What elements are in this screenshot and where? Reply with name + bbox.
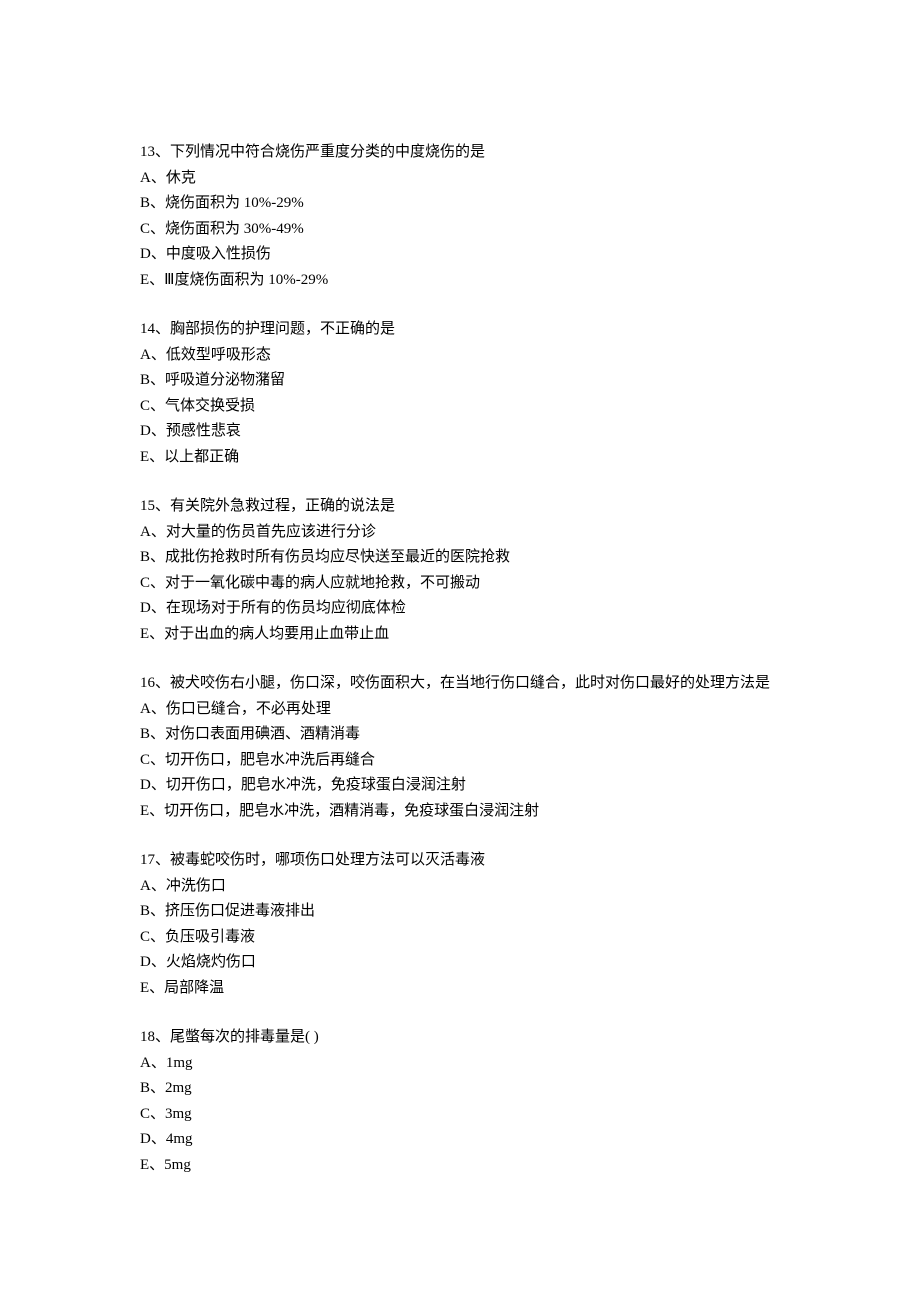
option-a: A、1mg [140, 1051, 780, 1077]
question-stem: 被毒蛇咬伤时，哪项伤口处理方法可以灭活毒液 [170, 852, 485, 868]
option-a: A、对大量的伤员首先应该进行分诊 [140, 520, 780, 546]
option-d: D、火焰烧灼伤口 [140, 950, 780, 976]
question-number: 18、 [140, 1029, 170, 1045]
option-d: D、4mg [140, 1127, 780, 1153]
question-text: 16、被犬咬伤右小腿，伤口深，咬伤面积大，在当地行伤口缝合，此时对伤口最好的处理… [140, 671, 780, 697]
document-page: 13、下列情况中符合烧伤严重度分类的中度烧伤的是 A、休克 B、烧伤面积为 10… [0, 0, 920, 1302]
option-d: D、在现场对于所有的伤员均应彻底体检 [140, 596, 780, 622]
option-c: C、切开伤口，肥皂水冲洗后再缝合 [140, 748, 780, 774]
option-d: D、切开伤口，肥皂水冲洗，免疫球蛋白浸润注射 [140, 773, 780, 799]
option-b: B、呼吸道分泌物潴留 [140, 368, 780, 394]
option-a: A、冲洗伤口 [140, 874, 780, 900]
question-block: 15、有关院外急救过程，正确的说法是 A、对大量的伤员首先应该进行分诊 B、成批… [140, 494, 780, 647]
option-c: C、3mg [140, 1102, 780, 1128]
question-stem: 胸部损伤的护理问题，不正确的是 [170, 321, 395, 337]
option-e: E、切开伤口，肥皂水冲洗，酒精消毒，免疫球蛋白浸润注射 [140, 799, 780, 825]
option-c: C、烧伤面积为 30%-49% [140, 217, 780, 243]
question-stem: 有关院外急救过程，正确的说法是 [170, 498, 395, 514]
question-text: 15、有关院外急救过程，正确的说法是 [140, 494, 780, 520]
option-c: C、对于一氧化碳中毒的病人应就地抢救，不可搬动 [140, 571, 780, 597]
option-b: B、2mg [140, 1076, 780, 1102]
option-a: A、休克 [140, 166, 780, 192]
option-d: D、中度吸入性损伤 [140, 242, 780, 268]
option-d: D、预感性悲哀 [140, 419, 780, 445]
question-number: 17、 [140, 852, 170, 868]
question-text: 14、胸部损伤的护理问题，不正确的是 [140, 317, 780, 343]
question-stem: 尾蟞每次的排毒量是( ) [170, 1029, 319, 1045]
option-e: E、以上都正确 [140, 445, 780, 471]
option-b: B、烧伤面积为 10%-29% [140, 191, 780, 217]
question-block: 18、尾蟞每次的排毒量是( ) A、1mg B、2mg C、3mg D、4mg … [140, 1025, 780, 1178]
question-number: 14、 [140, 321, 170, 337]
option-b: B、挤压伤口促进毒液排出 [140, 899, 780, 925]
option-a: A、伤口已缝合，不必再处理 [140, 697, 780, 723]
question-block: 14、胸部损伤的护理问题，不正确的是 A、低效型呼吸形态 B、呼吸道分泌物潴留 … [140, 317, 780, 470]
question-text: 18、尾蟞每次的排毒量是( ) [140, 1025, 780, 1051]
option-e: E、局部降温 [140, 976, 780, 1002]
option-b: B、对伤口表面用碘酒、酒精消毒 [140, 722, 780, 748]
option-c: C、气体交换受损 [140, 394, 780, 420]
option-b: B、成批伤抢救时所有伤员均应尽快送至最近的医院抢救 [140, 545, 780, 571]
option-e: E、对于出血的病人均要用止血带止血 [140, 622, 780, 648]
question-number: 15、 [140, 498, 170, 514]
option-e: E、Ⅲ度烧伤面积为 10%-29% [140, 268, 780, 294]
question-stem: 被犬咬伤右小腿，伤口深，咬伤面积大，在当地行伤口缝合，此时对伤口最好的处理方法是 [170, 675, 770, 691]
question-text: 13、下列情况中符合烧伤严重度分类的中度烧伤的是 [140, 140, 780, 166]
question-stem: 下列情况中符合烧伤严重度分类的中度烧伤的是 [170, 144, 485, 160]
option-a: A、低效型呼吸形态 [140, 343, 780, 369]
question-block: 16、被犬咬伤右小腿，伤口深，咬伤面积大，在当地行伤口缝合，此时对伤口最好的处理… [140, 671, 780, 824]
question-block: 17、被毒蛇咬伤时，哪项伤口处理方法可以灭活毒液 A、冲洗伤口 B、挤压伤口促进… [140, 848, 780, 1001]
question-number: 13、 [140, 144, 170, 160]
question-text: 17、被毒蛇咬伤时，哪项伤口处理方法可以灭活毒液 [140, 848, 780, 874]
question-block: 13、下列情况中符合烧伤严重度分类的中度烧伤的是 A、休克 B、烧伤面积为 10… [140, 140, 780, 293]
question-number: 16、 [140, 675, 170, 691]
option-c: C、负压吸引毒液 [140, 925, 780, 951]
option-e: E、5mg [140, 1153, 780, 1179]
